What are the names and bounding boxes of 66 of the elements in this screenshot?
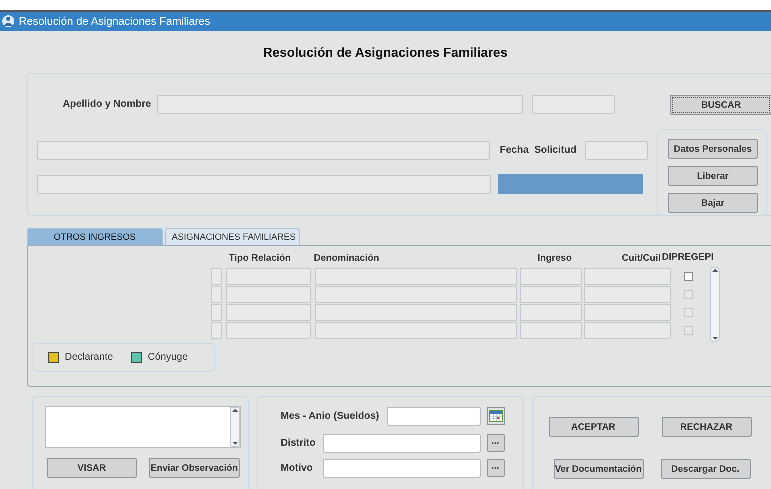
name-field[interactable] <box>157 95 524 114</box>
column-header: DIPREGEPI <box>661 253 715 262</box>
table-cell[interactable] <box>520 304 582 321</box>
calendar-icon[interactable] <box>486 407 504 425</box>
column-header: Cuit/Cuil <box>620 253 661 264</box>
accept-button[interactable]: ACEPTAR <box>548 417 638 437</box>
id-field[interactable] <box>532 95 616 114</box>
table-cell[interactable] <box>520 286 582 303</box>
visar-button[interactable]: VISAR <box>47 458 137 478</box>
field-label: Distrito <box>280 438 316 448</box>
documents-button[interactable]: Ver Documentación <box>554 459 644 479</box>
legend-label: Cónyuge <box>148 352 188 363</box>
side-button[interactable]: Bajar <box>668 193 758 213</box>
window-title: Resolución de Asignaciones Familiares <box>19 16 210 28</box>
scroll-up-icon[interactable] <box>712 268 718 273</box>
info-field[interactable] <box>37 141 490 160</box>
search-button[interactable]: BUSCAR <box>670 94 771 114</box>
table-cell[interactable] <box>520 268 582 285</box>
table-cell[interactable] <box>315 322 517 339</box>
scrollbar[interactable] <box>710 267 720 342</box>
table-cell[interactable] <box>520 322 582 339</box>
date-field[interactable] <box>584 141 648 160</box>
download-button[interactable]: Descargar Doc. <box>660 459 750 479</box>
date-label: Fecha Solicitud <box>500 145 577 156</box>
row-selector[interactable] <box>211 286 222 303</box>
legend-label: Declarante <box>65 352 114 363</box>
observation-field[interactable] <box>45 406 241 448</box>
field-label: Mes - Anio (Sueldos) <box>280 410 380 422</box>
lookup-button[interactable]: ... <box>486 434 504 452</box>
name-label: Apellido y Nombre <box>63 99 152 110</box>
side-button[interactable]: Datos Personales <box>668 139 758 159</box>
checkbox[interactable] <box>684 272 693 281</box>
input-field[interactable] <box>322 434 480 452</box>
row-selector[interactable] <box>211 304 222 321</box>
scroll-down-icon[interactable] <box>712 336 718 341</box>
input-field[interactable] <box>386 406 480 426</box>
lookup-button[interactable]: ... <box>486 459 504 477</box>
send-button[interactable]: Enviar Observación <box>149 458 240 478</box>
tab[interactable]: OTROS INGRESOS <box>27 228 163 245</box>
form-heading: Resolución de Asignaciones Familiares <box>263 44 508 60</box>
table-cell[interactable] <box>315 268 517 285</box>
table-cell[interactable] <box>584 286 671 303</box>
table-cell[interactable] <box>315 304 517 321</box>
column-header: Ingreso <box>536 253 572 264</box>
table-cell[interactable] <box>315 286 517 303</box>
field-label: Motivo <box>280 462 314 474</box>
table-cell[interactable] <box>226 322 311 339</box>
table-cell[interactable] <box>584 304 671 321</box>
table-cell[interactable] <box>584 268 671 285</box>
input-field[interactable] <box>322 458 480 478</box>
scroll-down-icon[interactable] <box>232 441 238 446</box>
side-button[interactable]: Liberar <box>668 166 758 186</box>
reject-button[interactable]: RECHAZAR <box>662 417 752 437</box>
table-cell[interactable] <box>226 286 311 303</box>
column-header: Denominación <box>314 253 380 264</box>
row-selector[interactable] <box>211 322 222 339</box>
app-icon <box>2 15 15 28</box>
row-selector[interactable] <box>211 268 222 285</box>
scroll-up-icon[interactable] <box>232 408 238 413</box>
table-cell[interactable] <box>584 322 671 339</box>
detail-field[interactable] <box>37 174 491 194</box>
table-cell[interactable] <box>226 304 311 321</box>
tab[interactable]: ASIGNACIONES FAMILIARES <box>165 228 300 245</box>
column-header: Tipo Relación <box>229 253 292 264</box>
scrollbar[interactable] <box>230 407 240 447</box>
table-cell[interactable] <box>226 268 311 285</box>
